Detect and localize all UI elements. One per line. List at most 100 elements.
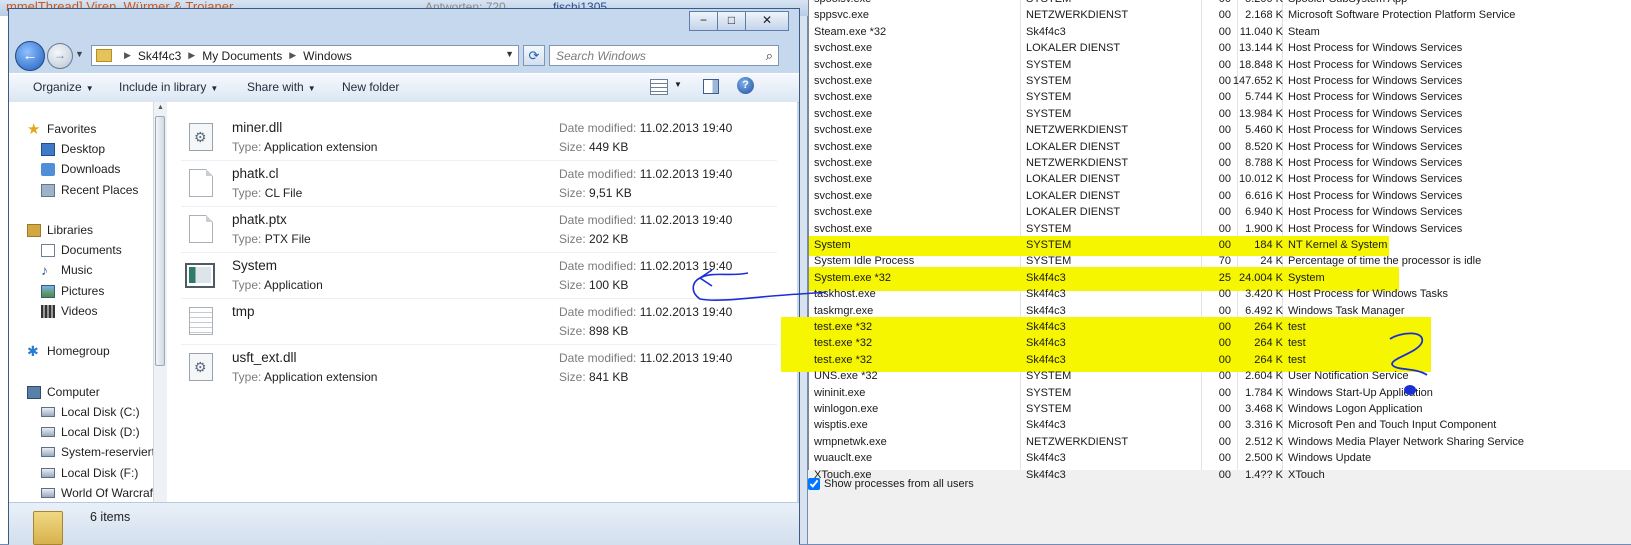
process-name: svchost.exe bbox=[814, 140, 873, 153]
refresh-button[interactable]: ⟳ bbox=[523, 45, 545, 66]
process-row[interactable]: svchost.exe SYSTEM 00 5.744 K Host Process f… bbox=[809, 90, 1631, 106]
process-row[interactable]: System SYSTEM 00 184 K NT Kernel & System bbox=[809, 238, 1631, 254]
process-memory: 5.200 K bbox=[1217, 0, 1283, 7]
forward-button[interactable]: → bbox=[47, 43, 73, 69]
breadcrumb-sk4f4c3[interactable]: Sk4f4c3 bbox=[138, 49, 181, 63]
nav-world-of-warcraft[interactable]: World Of Warcraft bbox=[41, 484, 156, 502]
process-row[interactable]: svchost.exe LOKALER DIENST 00 13.144 K Host … bbox=[809, 41, 1631, 57]
process-row[interactable]: wuauclt.exe Sk4f4c3 00 2.500 K Windows Updat… bbox=[809, 451, 1631, 467]
breadcrumb-separator-icon[interactable]: ▶ bbox=[124, 50, 131, 61]
process-name: test.exe *32 bbox=[814, 321, 873, 333]
nav-homegroup[interactable]: ✱ Homegroup bbox=[27, 342, 110, 360]
breadcrumb-separator-icon[interactable]: ▶ bbox=[188, 50, 195, 61]
process-row[interactable]: winlogon.exe SYSTEM 00 3.468 K Windows Logon… bbox=[809, 402, 1631, 418]
file-item-tmp[interactable]: tmp Date modified: 11.02.2013 19:40 Size… bbox=[181, 299, 777, 345]
process-row[interactable]: test.exe *32 Sk4f4c3 00 264 Ktest bbox=[809, 353, 1631, 369]
process-description: User Notification Service bbox=[1288, 370, 1409, 383]
process-row[interactable]: Steam.exe *32 Sk4f4c3 00 11.040 K Steam bbox=[809, 25, 1631, 41]
date-label: Date modified: bbox=[559, 121, 637, 135]
process-row[interactable]: taskhost.exe Sk4f4c3 00 3.420 K Host Process… bbox=[809, 287, 1631, 303]
process-memory: 1.4?? K bbox=[1245, 468, 1283, 481]
history-dropdown-icon[interactable]: ▼ bbox=[75, 49, 84, 59]
process-memory: 5.744 K bbox=[1245, 91, 1283, 104]
process-row[interactable]: wmpnetwk.exe NETZWERKDIENST 00 2.512 K Windo… bbox=[809, 435, 1631, 451]
file-item-usft-ext-dll[interactable]: usft_ext.dll Type: Application extension… bbox=[181, 345, 777, 391]
navigation-scrollbar[interactable]: ▲ bbox=[153, 102, 167, 502]
process-row[interactable]: svchost.exe SYSTEM 00 18.848 K Host Process … bbox=[809, 58, 1631, 74]
show-all-processes-checkbox[interactable]: Show processes from all users bbox=[808, 478, 974, 490]
process-row[interactable]: svchost.exe LOKALER DIENST 00 6.940 K Host P… bbox=[809, 205, 1631, 221]
process-row[interactable]: svchost.exe LOKALER DIENST 00 10.012 K Host … bbox=[809, 172, 1631, 188]
help-icon[interactable]: ? bbox=[737, 77, 754, 94]
nav-downloads[interactable]: Downloads bbox=[41, 160, 120, 178]
process-row[interactable]: UNS.exe *32 SYSTEM 00 2.604 K User Notificat… bbox=[809, 369, 1631, 385]
process-row[interactable]: wininit.exe SYSTEM 00 1.784 K Windows Start-… bbox=[809, 386, 1631, 402]
process-row[interactable]: test.exe *32 Sk4f4c3 00 264 Ktest bbox=[809, 336, 1631, 352]
date-label: Date modified: bbox=[559, 213, 637, 227]
nav-videos[interactable]: Videos bbox=[41, 302, 97, 320]
downloads-icon bbox=[41, 162, 55, 176]
process-row[interactable]: svchost.exe SYSTEM 00 13.984 K Host Process … bbox=[809, 107, 1631, 123]
process-row[interactable]: spoolsv.exeSYSTEM005.200 KSpooler SubSys… bbox=[809, 0, 1631, 8]
nav-label: Libraries bbox=[47, 223, 94, 237]
nav-system-reserved[interactable]: System-reserviert bbox=[41, 443, 155, 461]
nav-music[interactable]: ♪ Music bbox=[41, 261, 92, 279]
breadcrumb-my-documents[interactable]: My Documents bbox=[202, 49, 282, 63]
process-row[interactable]: wisptis.exe Sk4f4c3 00 3.316 K Microsoft Pen… bbox=[809, 418, 1631, 434]
share-with-button[interactable]: Share with ▼ bbox=[247, 80, 316, 94]
process-row[interactable]: svchost.exe NETZWERKDIENST 00 5.460 K Host P… bbox=[809, 123, 1631, 139]
process-row[interactable]: svchost.exe SYSTEM 00 1.900 K Host Process f… bbox=[809, 222, 1631, 238]
nav-recent-places[interactable]: Recent Places bbox=[41, 181, 138, 199]
nav-computer[interactable]: Computer bbox=[27, 383, 100, 401]
size-label: Size: bbox=[559, 324, 586, 338]
maximize-button[interactable]: □ bbox=[717, 11, 746, 31]
address-bar[interactable]: ▶ Sk4f4c3 ▶ My Documents ▶ Windows ▼ bbox=[91, 45, 519, 66]
back-button[interactable]: ← bbox=[15, 41, 45, 71]
address-dropdown-icon[interactable]: ▼ bbox=[505, 49, 514, 59]
process-list[interactable]: spoolsv.exeSYSTEM005.200 KSpooler SubSys… bbox=[781, 0, 1631, 481]
view-options-dropdown-icon[interactable]: ▼ bbox=[674, 80, 682, 89]
process-user: Sk4f4c3 bbox=[1026, 353, 1066, 366]
process-name: sppsvc.exe bbox=[814, 9, 870, 22]
file-item-phatk-ptx[interactable]: phatk.ptx Type: PTX File Date modified: … bbox=[181, 207, 777, 253]
process-row[interactable]: svchost.exe NETZWERKDIENST 00 8.788 K Host P… bbox=[809, 156, 1631, 172]
nav-disk-c[interactable]: Local Disk (C:) bbox=[41, 403, 140, 421]
process-row[interactable]: System Idle Process SYSTEM 70 24 K Percentag… bbox=[809, 254, 1631, 270]
nav-libraries[interactable]: Libraries bbox=[27, 221, 93, 239]
search-icon[interactable]: ⌕ bbox=[766, 48, 773, 64]
close-button[interactable]: ✕ bbox=[745, 11, 789, 31]
process-row[interactable]: sppsvc.exe NETZWERKDIENST 00 2.168 K Microso… bbox=[809, 8, 1631, 24]
nav-disk-f[interactable]: Local Disk (F:) bbox=[41, 464, 138, 482]
organize-button[interactable]: Organize ▼ bbox=[33, 80, 94, 94]
breadcrumb-windows[interactable]: Windows bbox=[303, 49, 352, 63]
search-input[interactable] bbox=[550, 46, 762, 65]
file-item-miner-dll[interactable]: miner.dll Type: Application extension Da… bbox=[181, 115, 777, 161]
new-folder-button[interactable]: New folder bbox=[342, 80, 399, 94]
file-item-phatk-cl[interactable]: phatk.cl Type: CL File Date modified: 11… bbox=[181, 161, 777, 207]
scroll-up-icon[interactable]: ▲ bbox=[157, 104, 164, 111]
nav-disk-d[interactable]: Local Disk (D:) bbox=[41, 423, 140, 441]
process-row[interactable]: System.exe *32 Sk4f4c3 25 24.004 K System bbox=[809, 271, 1631, 287]
process-description: Windows Logon Application bbox=[1288, 403, 1423, 415]
process-description: Percentage of time the processor is idle bbox=[1288, 255, 1482, 268]
minimize-button[interactable]: − bbox=[689, 11, 718, 31]
process-row[interactable]: svchost.exe LOKALER DIENST 00 8.520 K Host P… bbox=[809, 140, 1631, 156]
process-row[interactable]: svchost.exe LOKALER DIENST 00 6.616 K Host P… bbox=[809, 189, 1631, 205]
file-item-system[interactable]: System Type: Application Date modified: … bbox=[181, 253, 777, 299]
nav-favorites[interactable]: ★ Favorites bbox=[27, 120, 96, 138]
nav-pictures[interactable]: Pictures bbox=[41, 282, 104, 300]
scrollbar-thumb[interactable] bbox=[155, 116, 165, 366]
nav-documents[interactable]: Documents bbox=[41, 241, 122, 259]
include-in-library-button[interactable]: Include in library ▼ bbox=[119, 80, 218, 94]
process-row[interactable]: taskmgr.exe Sk4f4c3 00 6.492 K Windows Task … bbox=[809, 304, 1631, 320]
search-box[interactable]: ⌕ bbox=[549, 45, 779, 66]
breadcrumb-separator-icon[interactable]: ▶ bbox=[289, 50, 296, 61]
process-memory: 1.900 K bbox=[1245, 222, 1283, 235]
change-view-icon[interactable] bbox=[650, 79, 668, 95]
process-row[interactable]: svchost.exe SYSTEM 00 147.652 K Host Process… bbox=[809, 74, 1631, 90]
process-user: NETZWERKDIENST bbox=[1026, 435, 1129, 448]
process-row[interactable]: test.exe *32 Sk4f4c3 00 264 Ktest bbox=[809, 320, 1631, 336]
checkbox-input[interactable] bbox=[808, 478, 820, 490]
nav-desktop[interactable]: Desktop bbox=[41, 140, 105, 158]
preview-pane-icon[interactable] bbox=[703, 79, 719, 94]
